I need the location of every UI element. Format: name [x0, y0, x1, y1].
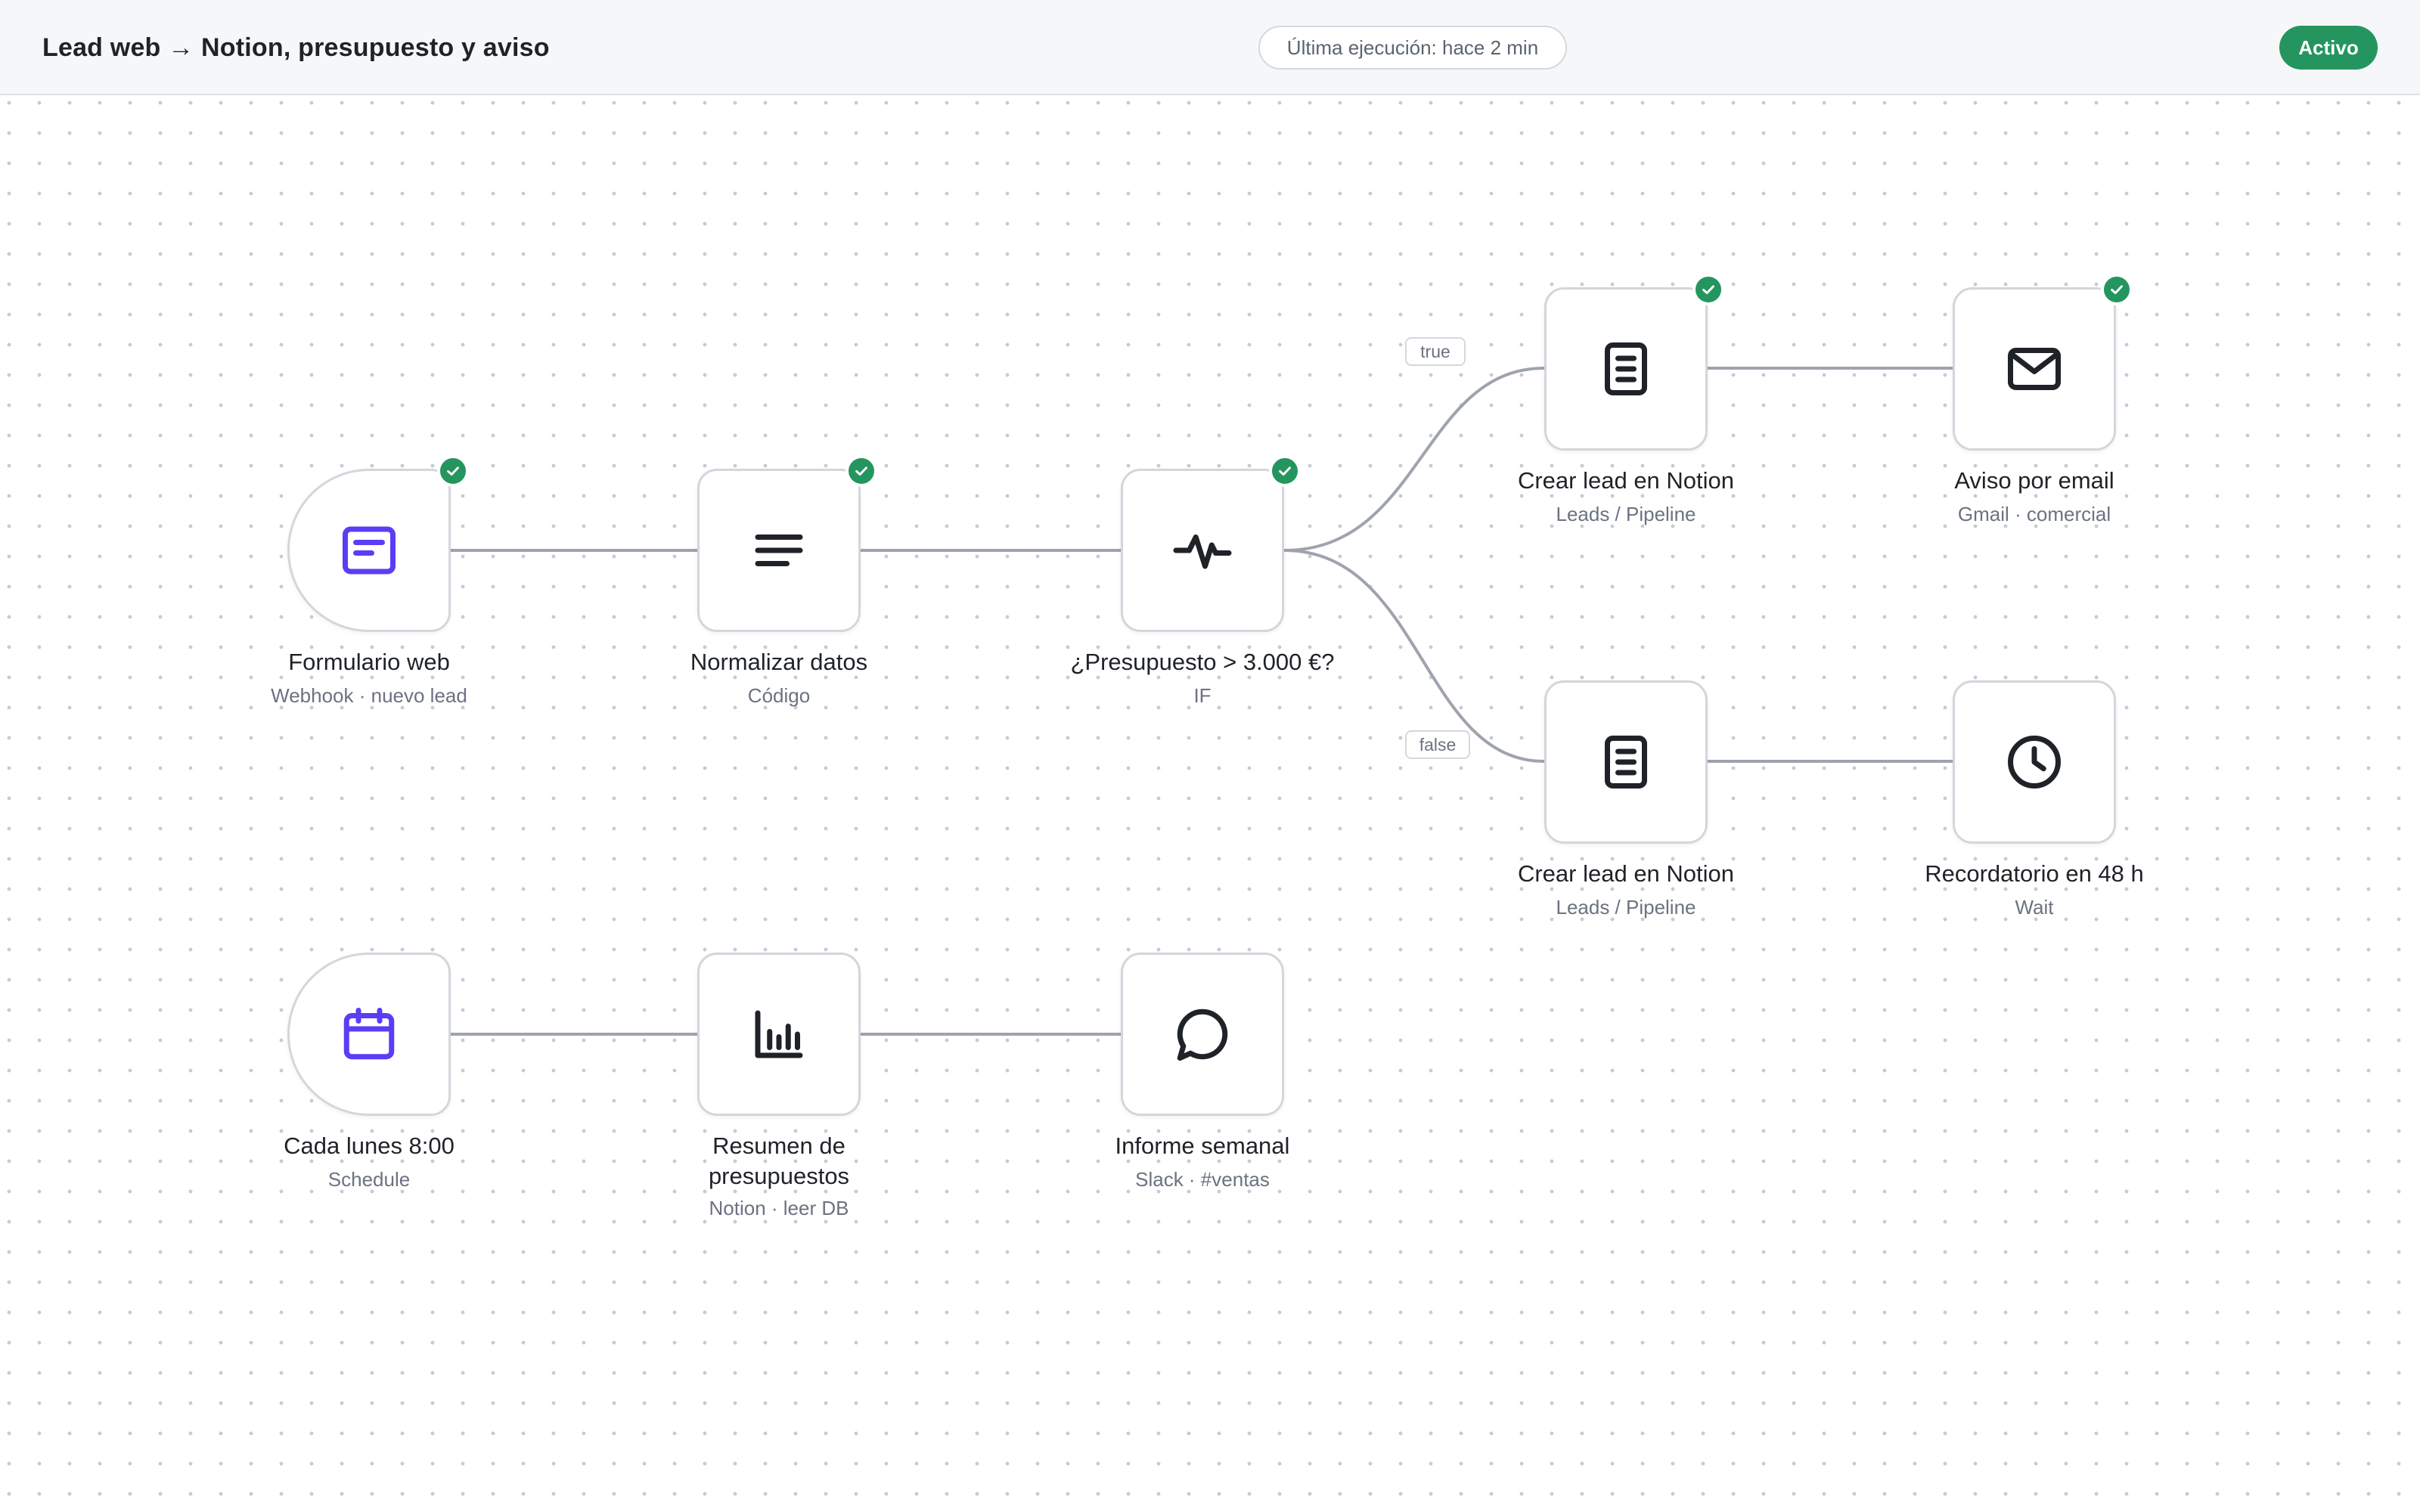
node-subtitle: Wait — [2015, 896, 2054, 919]
success-check-icon — [1269, 455, 1301, 487]
success-check-icon — [1692, 274, 1724, 305]
node-label: Normalizar datos — [690, 649, 868, 675]
node-subtitle: Leads / Pipeline — [1556, 896, 1696, 919]
node-crear-lead-notion-true[interactable] — [1544, 287, 1708, 451]
success-check-icon — [845, 455, 877, 487]
node-subtitle: Gmail · comercial — [1957, 503, 2111, 525]
node-normalizar-datos[interactable] — [697, 469, 861, 632]
node-label: Crear lead en Notion — [1517, 467, 1735, 494]
node-subtitle: Schedule — [327, 1168, 411, 1191]
node-subtitle: Webhook · nuevo lead — [271, 684, 467, 707]
node-subtitle: Código — [747, 684, 811, 707]
node-cada-lunes[interactable] — [287, 953, 451, 1116]
node-resumen-presupuestos[interactable] — [697, 953, 861, 1116]
workflow-title[interactable]: Lead web → Notion, presupuesto y aviso — [42, 0, 550, 95]
top-bar: Lead web → Notion, presupuesto y aviso Ú… — [0, 0, 2420, 95]
node-crear-lead-notion-false[interactable] — [1544, 680, 1708, 844]
node-aviso-email[interactable] — [1953, 287, 2116, 451]
node-label-line2: presupuestos — [708, 1163, 850, 1189]
bar-chart-icon — [755, 1010, 803, 1058]
form-icon — [343, 526, 396, 575]
node-label-line1: Resumen de — [712, 1132, 845, 1159]
node-label: Aviso por email — [1954, 467, 2114, 494]
text-lines-icon — [755, 534, 803, 566]
activity-icon — [1173, 534, 1232, 569]
success-check-icon — [2101, 274, 2133, 305]
chat-bubble-icon — [1177, 1009, 1228, 1061]
node-subtitle: Leads / Pipeline — [1556, 503, 1696, 525]
node-label: Formulario web — [288, 649, 450, 675]
node-label: Crear lead en Notion — [1517, 860, 1735, 887]
node-label: ¿Presupuesto > 3.000 €? — [1070, 649, 1335, 675]
clock-icon — [2008, 736, 2061, 789]
branch-false-label: false — [1405, 730, 1470, 759]
mail-icon — [2008, 348, 2061, 390]
node-subtitle: Notion · leer DB — [709, 1197, 849, 1219]
node-subtitle: IF — [1193, 684, 1212, 707]
node-label: Cada lunes 8:00 — [284, 1132, 455, 1159]
calendar-icon — [343, 1008, 395, 1060]
node-subtitle: Slack · #ventas — [1135, 1168, 1270, 1191]
node-label: Recordatorio en 48 h — [1925, 860, 2144, 887]
success-check-icon — [437, 455, 469, 487]
document-icon — [1605, 736, 1647, 789]
last-run-badge: Última ejecución: hace 2 min — [1258, 26, 1567, 70]
active-status-toggle[interactable]: Activo — [2279, 26, 2378, 70]
node-recordatorio-48h[interactable] — [1953, 680, 2116, 844]
node-if-presupuesto[interactable] — [1121, 469, 1284, 632]
node-informe-semanal[interactable] — [1121, 953, 1284, 1116]
node-formulario-web[interactable] — [287, 469, 451, 632]
node-label: Informe semanal — [1115, 1132, 1290, 1159]
branch-true-label: true — [1405, 337, 1466, 366]
document-icon — [1605, 342, 1647, 395]
